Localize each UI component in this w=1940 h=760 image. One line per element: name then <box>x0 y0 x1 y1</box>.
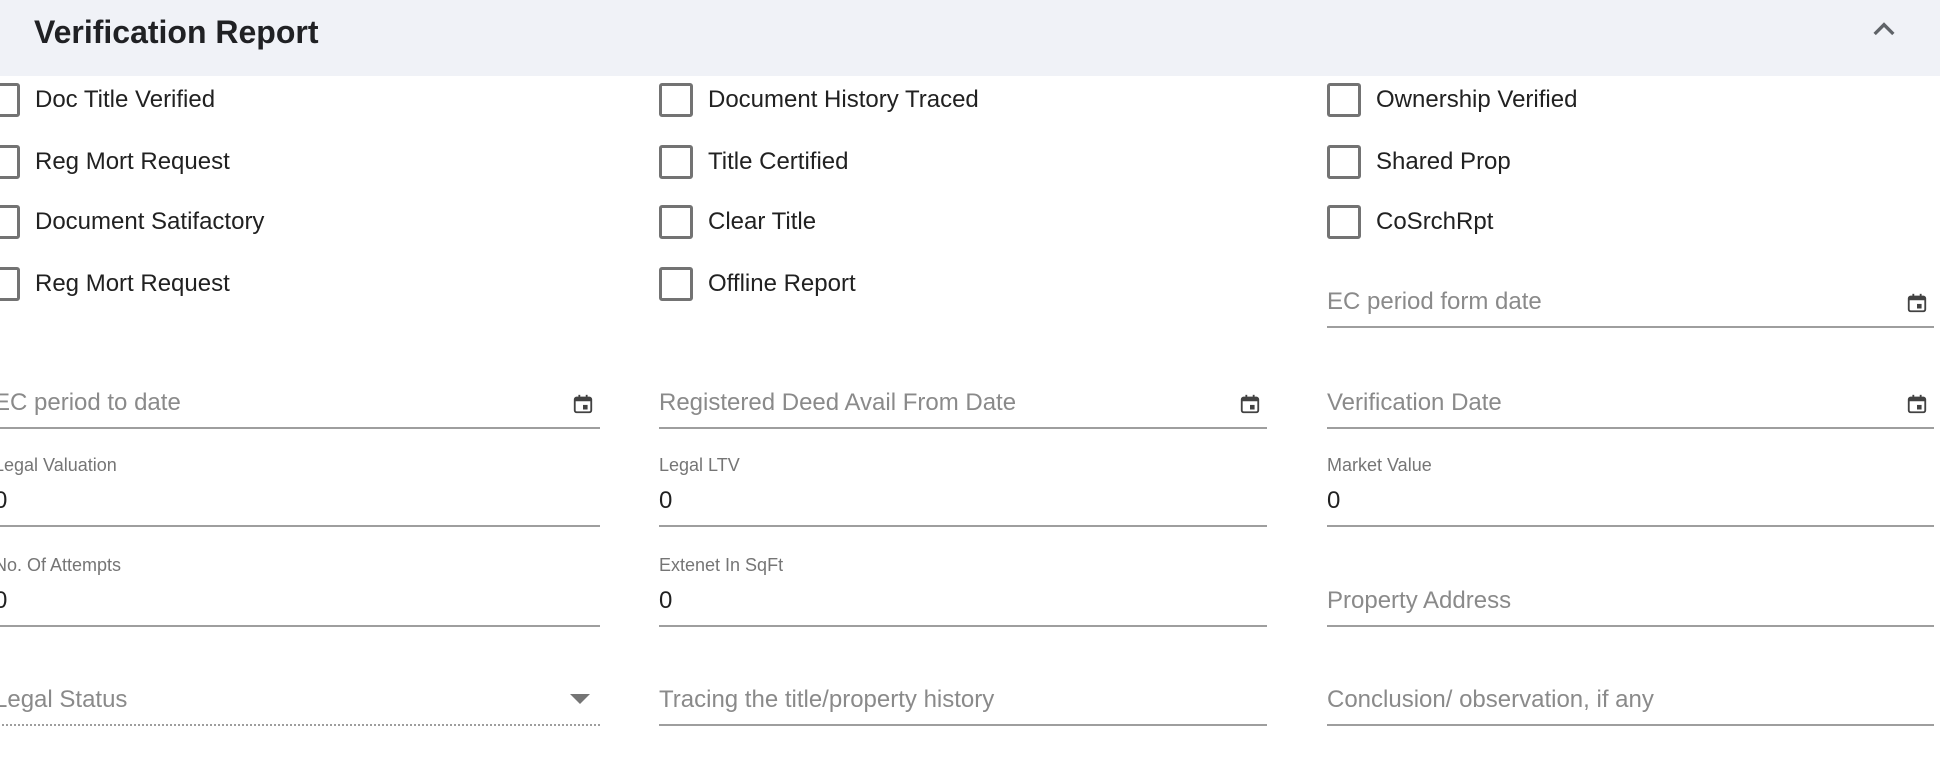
checkbox[interactable] <box>659 205 693 239</box>
checkbox-doc-title-verified[interactable]: Doc Title Verified <box>0 79 215 121</box>
field-placeholder: Registered Deed Avail From Date <box>659 389 1017 416</box>
checkbox[interactable] <box>0 83 20 117</box>
field-label: Legal Valuation <box>0 455 117 475</box>
field-value: 0 <box>659 487 673 514</box>
checkbox[interactable] <box>1327 83 1361 117</box>
checkbox-document-history-traced[interactable]: Document History Traced <box>659 79 979 121</box>
section-title: Verification Report <box>34 14 319 50</box>
field-value: 0 <box>0 587 8 614</box>
checkbox-label: Offline Report <box>708 270 856 297</box>
field-placeholder: EC period form date <box>1327 288 1542 315</box>
field-value: 0 <box>1327 487 1341 514</box>
checkbox-reg-mort-request[interactable]: Reg Mort Request <box>0 141 230 183</box>
checkbox-shared-prop[interactable]: Shared Prop <box>1327 141 1511 183</box>
market-value-field[interactable]: Market Value 0 <box>1327 455 1934 527</box>
checkbox-ownership-verified[interactable]: Ownership Verified <box>1327 79 1577 121</box>
legal-ltv-field[interactable]: Legal LTV 0 <box>659 455 1267 527</box>
registered-deed-avail-from-date-field[interactable]: Registered Deed Avail From Date <box>659 373 1267 429</box>
property-address-field[interactable]: Property Address <box>1327 571 1934 627</box>
checkbox-label: Document Satifactory <box>35 208 265 235</box>
field-label: No. Of Attempts <box>0 555 122 575</box>
checkbox[interactable] <box>659 267 693 301</box>
field-value: 0 <box>659 587 673 614</box>
checkbox-label: Doc Title Verified <box>35 86 216 113</box>
field-label: Market Value <box>1327 455 1432 475</box>
field-label: Extenet In SqFt <box>659 555 784 575</box>
checkbox-label: Reg Mort Request <box>35 270 230 297</box>
calendar-icon[interactable] <box>1906 292 1928 314</box>
field-label: Legal LTV <box>659 455 740 475</box>
field-placeholder: Property Address <box>1327 587 1512 614</box>
checkbox[interactable] <box>659 145 693 179</box>
checkbox-cosrchrpt[interactable]: CoSrchRpt <box>1327 201 1493 243</box>
checkbox[interactable] <box>659 83 693 117</box>
ec-period-to-date-field[interactable]: EC period to date <box>0 373 600 429</box>
checkbox-label: Ownership Verified <box>1376 86 1578 113</box>
checkbox[interactable] <box>0 205 20 239</box>
checkbox-title-certified[interactable]: Title Certified <box>659 141 848 183</box>
calendar-icon[interactable] <box>1239 393 1261 415</box>
field-placeholder: Tracing the title/property history <box>659 686 995 713</box>
dropdown-arrow-icon[interactable] <box>570 694 590 704</box>
extent-in-sqft-field[interactable]: Extenet In SqFt 0 <box>659 555 1267 627</box>
ec-period-form-date-field[interactable]: EC period form date <box>1327 272 1934 328</box>
checkbox-reg-mort-request-2[interactable]: Reg Mort Request <box>0 263 230 305</box>
field-placeholder: Conclusion/ observation, if any <box>1327 686 1654 713</box>
verification-date-field[interactable]: Verification Date <box>1327 373 1934 429</box>
checkbox-document-satisfactory[interactable]: Document Satifactory <box>0 201 264 243</box>
chevron-up-icon[interactable] <box>1868 14 1900 46</box>
checkbox[interactable] <box>0 267 20 301</box>
field-value: 0 <box>0 487 8 514</box>
checkbox[interactable] <box>0 145 20 179</box>
checkbox[interactable] <box>1327 205 1361 239</box>
checkbox-label: Reg Mort Request <box>35 148 230 175</box>
legal-status-select[interactable]: Legal Status <box>0 670 600 726</box>
checkbox-offline-report[interactable]: Offline Report <box>659 263 856 305</box>
conclusion-field[interactable]: Conclusion/ observation, if any <box>1327 670 1934 726</box>
no-of-attempts-field[interactable]: No. Of Attempts 0 <box>0 555 600 627</box>
legal-valuation-field[interactable]: Legal Valuation 0 <box>0 455 600 527</box>
checkbox-label: Clear Title <box>708 208 817 235</box>
tracing-history-field[interactable]: Tracing the title/property history <box>659 670 1267 726</box>
calendar-icon[interactable] <box>572 393 594 415</box>
checkbox-label: Title Certified <box>708 148 849 175</box>
calendar-icon[interactable] <box>1906 393 1928 415</box>
checkbox-label: CoSrchRpt <box>1376 208 1494 235</box>
checkbox-label: Shared Prop <box>1376 148 1511 175</box>
section-header[interactable]: Verification Report <box>0 0 1940 76</box>
checkbox-clear-title[interactable]: Clear Title <box>659 201 816 243</box>
field-placeholder: Verification Date <box>1327 389 1502 416</box>
checkbox-label: Document History Traced <box>708 86 979 113</box>
checkbox[interactable] <box>1327 145 1361 179</box>
field-placeholder: EC period to date <box>0 389 181 416</box>
field-placeholder: Legal Status <box>0 686 128 713</box>
